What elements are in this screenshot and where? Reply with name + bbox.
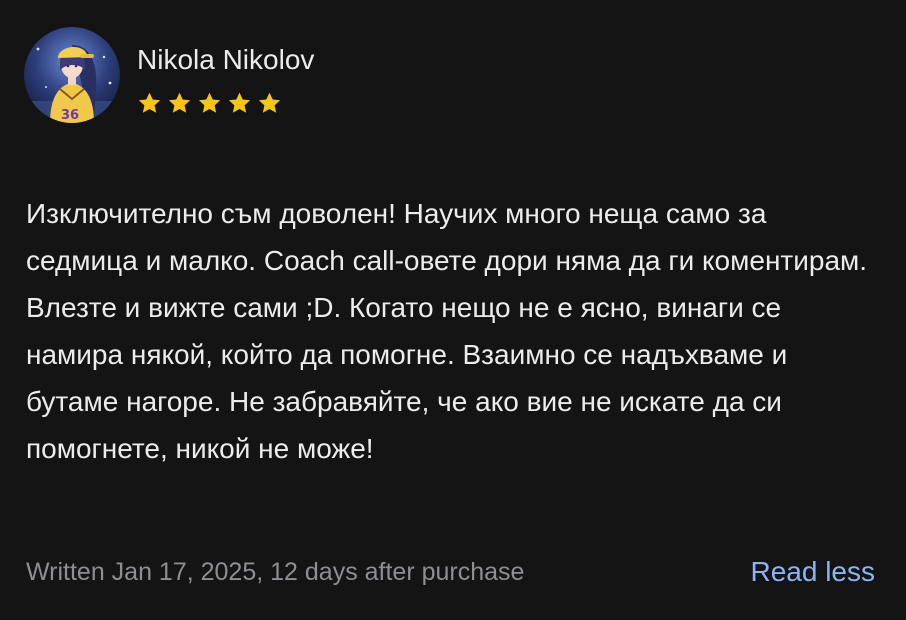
star-icon	[138, 92, 161, 113]
star-icon	[198, 92, 221, 113]
star-icon	[258, 92, 281, 113]
star-icon	[168, 92, 191, 113]
avatar-image: 36	[24, 27, 120, 123]
reviewer-name[interactable]: Nikola Nikolov	[137, 42, 314, 78]
star-icon	[228, 92, 251, 113]
svg-text:36: 36	[61, 108, 79, 123]
review-card: 36 Nikola Nikolov Изключително съм довол…	[0, 0, 906, 620]
star-rating	[137, 91, 282, 117]
read-less-link[interactable]: Read less	[750, 553, 875, 591]
review-date-meta: Written Jan 17, 2025, 12 days after purc…	[26, 558, 525, 586]
reviewer-avatar[interactable]: 36	[24, 27, 120, 123]
review-text: Изключително съм доволен! Научих много н…	[26, 198, 868, 464]
